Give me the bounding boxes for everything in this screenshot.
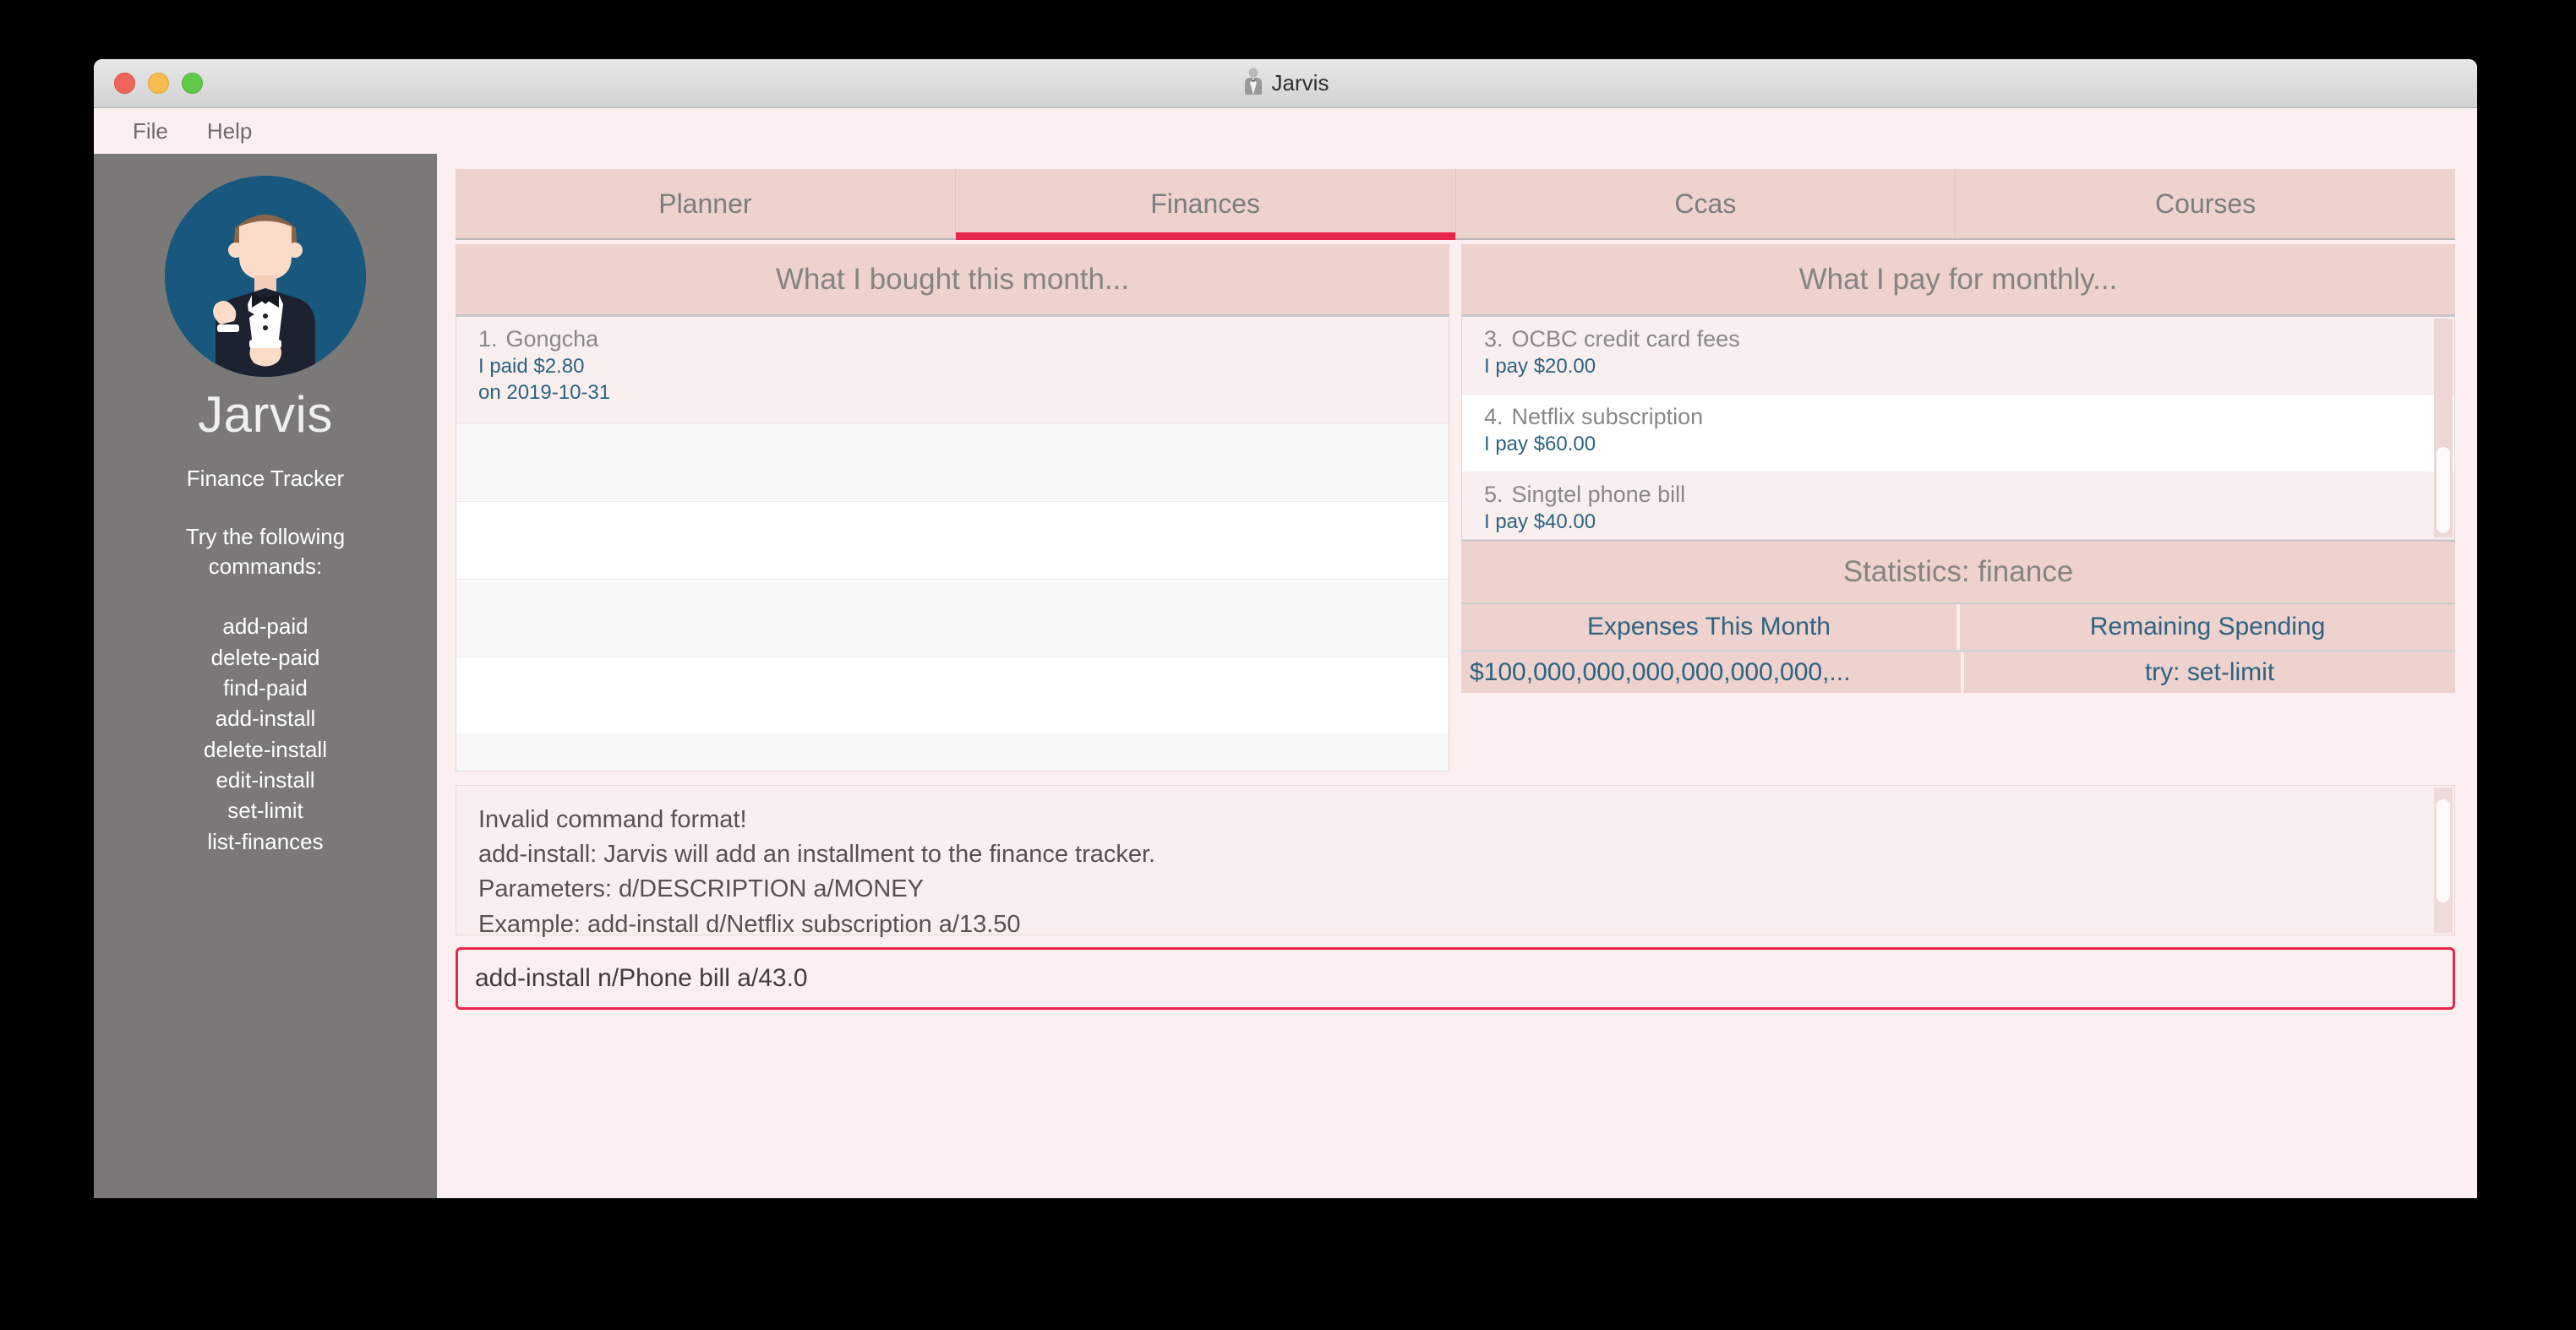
statistics-header: Statistics: finance — [1461, 540, 2455, 604]
sidebar: Jarvis Finance Tracker Try the following… — [94, 154, 437, 1198]
column-header-expenses: Expenses This Month — [1461, 604, 1960, 650]
scrollbar-thumb[interactable] — [2437, 799, 2450, 902]
menu-item-help[interactable]: Help — [194, 114, 265, 149]
command-hint-set-limit: set-limit — [227, 796, 303, 826]
statistics-header-row: Expenses This Month Remaining Spending — [1461, 604, 2455, 650]
list-item[interactable]: 1. Gongcha I paid $2.80 on 2019-10-31 — [456, 317, 1449, 424]
list-item-empty — [456, 735, 1449, 771]
sidebar-subtitle: Finance Tracker — [187, 466, 344, 492]
purchase-name: Gongcha — [506, 326, 599, 352]
installment-name: Netflix subscription — [1512, 404, 1704, 429]
installment-amount: I pay $60.00 — [1484, 433, 2454, 456]
installment-index: 4. — [1484, 404, 1504, 429]
installment-amount: I pay $20.00 — [1484, 355, 2454, 379]
purchase-index: 1. — [478, 326, 498, 352]
tab-planner[interactable]: Planner — [456, 169, 956, 238]
window-body: Jarvis Finance Tracker Try the following… — [94, 154, 2477, 1198]
command-hint-edit-install: edit-install — [216, 766, 314, 795]
list-item-empty — [456, 580, 1449, 657]
command-hint-add-install: add-install — [216, 704, 316, 733]
tab-ccas[interactable]: Ccas — [1456, 169, 1957, 238]
statistics-section: Statistics: finance Expenses This Month … — [1461, 540, 2455, 693]
zoom-button[interactable] — [182, 73, 203, 94]
command-input-wrap — [456, 947, 2455, 1010]
command-hint-add-paid: add-paid — [222, 612, 308, 641]
title-bar: Jarvis — [94, 59, 2477, 108]
tab-bar: Planner Finances Ccas Courses — [456, 169, 2455, 240]
command-hint-list: add-paid delete-paid find-paid add-insta… — [204, 612, 327, 857]
command-input[interactable] — [456, 947, 2455, 1010]
installments-scrollbar[interactable] — [2434, 319, 2453, 537]
command-hint-delete-install: delete-install — [204, 735, 327, 765]
window-title-group: Jarvis — [94, 59, 2477, 107]
purchases-list[interactable]: 1. Gongcha I paid $2.80 on 2019-10-31 — [456, 315, 1449, 771]
finance-panels: What I bought this month... 1. Gongcha I … — [456, 244, 2455, 771]
window-title: Jarvis — [1272, 70, 1329, 96]
result-line: Example: add-install d/Netflix subscript… — [478, 908, 2432, 942]
list-item-empty — [456, 657, 1449, 735]
minimize-button[interactable] — [148, 73, 169, 94]
list-item[interactable]: 4. Netflix subscription I pay $60.00 — [1462, 395, 2454, 472]
list-item-empty — [456, 424, 1449, 502]
result-line: add-install: Jarvis will add an installm… — [478, 837, 2432, 872]
application-window: Jarvis File Help — [94, 59, 2477, 1198]
list-item[interactable]: 3. OCBC credit card fees I pay $20.00 — [1462, 317, 2454, 395]
butler-icon — [1242, 67, 1264, 100]
installments-list[interactable]: 3. OCBC credit card fees I pay $20.00 4. N… — [1461, 315, 2455, 540]
statistics-table: Expenses This Month Remaining Spending $… — [1461, 604, 2455, 693]
tab-finances[interactable]: Finances — [956, 169, 1456, 238]
purchase-title: 1. Gongcha — [478, 326, 1449, 352]
result-display[interactable]: Invalid command format! add-install: Jar… — [456, 785, 2455, 935]
purchase-date: on 2019-10-31 — [478, 381, 1449, 405]
sidebar-hint: Try the following commands: — [156, 522, 375, 581]
command-hint-find-paid: find-paid — [223, 673, 308, 703]
butler-avatar — [165, 176, 366, 377]
result-scrollbar[interactable] — [2434, 788, 2453, 933]
installment-name: Singtel phone bill — [1512, 482, 1686, 507]
result-line: Parameters: d/DESCRIPTION a/MONEY — [478, 872, 2432, 907]
installment-name: OCBC credit card fees — [1512, 326, 1740, 352]
tab-courses[interactable]: Courses — [1956, 169, 2455, 238]
installment-index: 5. — [1484, 482, 1504, 507]
menu-bar: File Help — [94, 108, 2477, 154]
command-hint-list-finances: list-finances — [207, 827, 323, 857]
installment-index: 3. — [1484, 326, 1504, 352]
installments-panel: What I pay for monthly... 3. OCBC credit … — [1461, 244, 2455, 771]
statistics-value-row: $100,000,000,000,000,000,000,... try: se… — [1461, 650, 2455, 693]
result-display-wrap: Invalid command format! add-install: Jar… — [456, 785, 2455, 935]
main-bottom-padding — [456, 1010, 2455, 1198]
command-hint-delete-paid: delete-paid — [211, 643, 320, 673]
list-item-empty — [456, 502, 1449, 580]
installments-header: What I pay for monthly... — [1461, 244, 2455, 315]
result-line: Invalid command format! — [478, 803, 2432, 837]
window-controls — [114, 73, 203, 94]
purchase-amount: I paid $2.80 — [478, 355, 1449, 379]
purchases-panel: What I bought this month... 1. Gongcha I … — [456, 244, 1449, 771]
close-button[interactable] — [114, 73, 135, 94]
value-expenses: $100,000,000,000,000,000,000,... — [1461, 652, 1964, 693]
purchases-header: What I bought this month... — [456, 244, 1449, 315]
list-item[interactable]: 5. Singtel phone bill I pay $40.00 — [1462, 472, 2454, 540]
main-content: Planner Finances Ccas Courses What I bou… — [437, 154, 2477, 1198]
column-header-remaining: Remaining Spending — [1960, 604, 2455, 650]
menu-item-file[interactable]: File — [119, 114, 182, 149]
scrollbar-thumb[interactable] — [2437, 447, 2450, 533]
installment-amount: I pay $40.00 — [1484, 510, 2454, 534]
value-remaining: try: set-limit — [1964, 652, 2455, 693]
sidebar-app-name: Jarvis — [198, 385, 333, 444]
